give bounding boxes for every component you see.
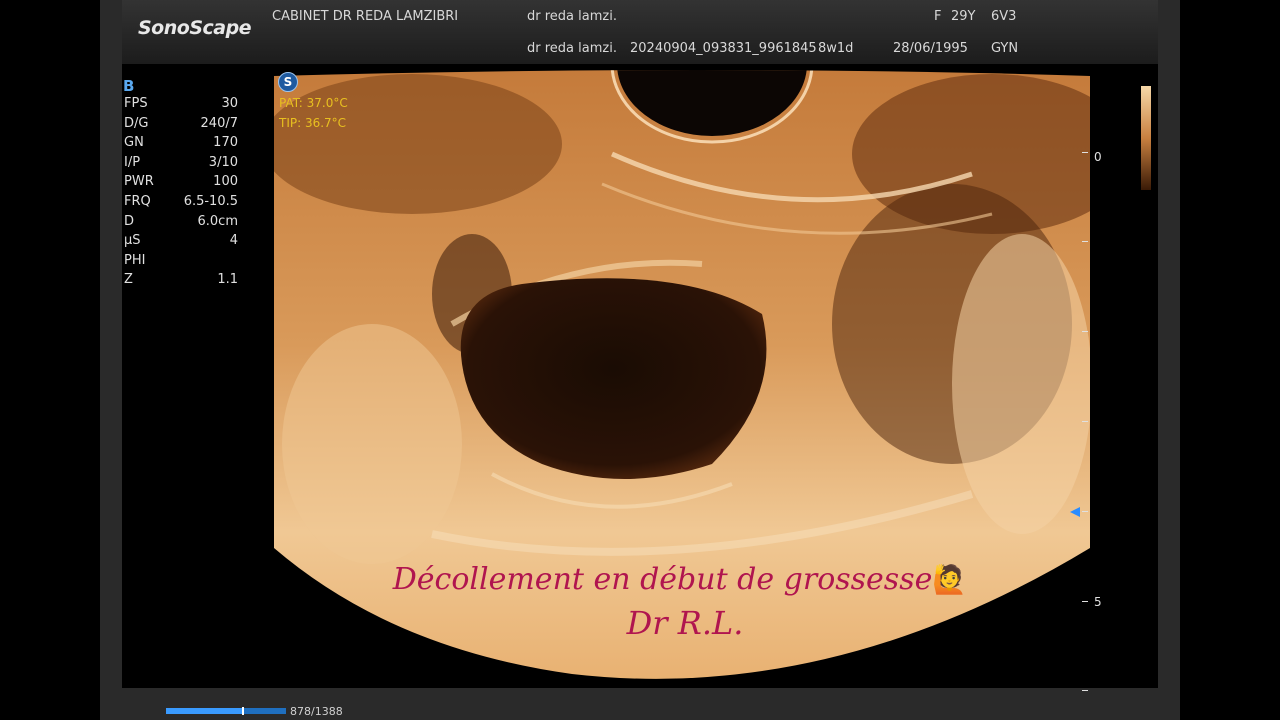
parameter-value: 100 bbox=[213, 174, 238, 190]
depth-tick bbox=[1082, 690, 1088, 691]
parameter-key: PHI bbox=[124, 252, 146, 268]
exam-preset: GYN bbox=[991, 41, 1019, 56]
caption-line-1: Décollement en début de grossesse🙋 bbox=[330, 562, 1030, 597]
depth-label-5: 5 bbox=[1094, 595, 1102, 609]
depth-tick bbox=[1082, 152, 1088, 153]
depth-tick bbox=[1082, 511, 1088, 512]
clinic-name: CABINET DR REDA LAMZIBRI bbox=[272, 9, 459, 24]
depth-label-0: 0 bbox=[1094, 150, 1102, 164]
depth-tick bbox=[1082, 601, 1088, 602]
parameter-key: I/P bbox=[124, 154, 141, 170]
exam-id: 20240904_093831_9961845 bbox=[630, 41, 817, 56]
parameter-value: 240/7 bbox=[200, 115, 238, 131]
depth-tick bbox=[1082, 331, 1088, 332]
caption-author: Dr R.L. bbox=[626, 604, 744, 642]
gray-map-bar bbox=[1141, 86, 1151, 190]
caption-text: Décollement en début de grossesse bbox=[392, 562, 933, 597]
probe-tip-temperature: TIP: 36.7°C bbox=[279, 116, 347, 130]
parameter-panel bbox=[122, 64, 272, 688]
patient-age: 29Y bbox=[951, 9, 976, 24]
parameter-key: D bbox=[124, 213, 135, 229]
parameter-value: 6.0cm bbox=[197, 213, 239, 229]
playback-progress-handle[interactable] bbox=[241, 707, 244, 715]
probe-name: 6V3 bbox=[991, 9, 1017, 24]
parameter-value: 30 bbox=[221, 96, 238, 111]
operator-name-2: dr reda lamzi. bbox=[527, 41, 617, 56]
patient-temperature: PAT: 37.0°C bbox=[279, 96, 348, 110]
depth-tick bbox=[1082, 241, 1088, 242]
parameter-key: FPS bbox=[124, 96, 148, 111]
focus-marker-icon bbox=[1070, 507, 1080, 517]
birth-date: 28/06/1995 bbox=[893, 41, 968, 56]
imaging-mode: B bbox=[123, 77, 135, 95]
parameter-key: µS bbox=[124, 233, 141, 249]
parameter-value: 3/10 bbox=[208, 154, 238, 170]
frame-counter: 878/1388 bbox=[290, 705, 343, 718]
raising-hand-emoji-icon: 🙋 bbox=[932, 563, 968, 596]
playback-progress-bar[interactable] bbox=[166, 707, 286, 715]
parameter-value: 4 bbox=[229, 233, 238, 249]
playback-progress-fill bbox=[166, 708, 242, 714]
depth-tick bbox=[1082, 421, 1088, 422]
sonoscape-logo: SonoScape bbox=[138, 17, 252, 39]
operator-name: dr reda lamzi. bbox=[527, 9, 617, 24]
patient-sex: F bbox=[934, 9, 942, 24]
parameter-key: FRQ bbox=[124, 194, 151, 209]
parameter-key: PWR bbox=[124, 174, 154, 190]
parameter-key: GN bbox=[124, 135, 144, 151]
parameter-key: D/G bbox=[124, 115, 149, 131]
parameter-value: 6.5-10.5 bbox=[183, 194, 238, 209]
parameter-key: Z bbox=[124, 272, 133, 288]
parameter-value: 1.1 bbox=[217, 272, 238, 288]
gestational-age: 8w1d bbox=[818, 41, 854, 56]
parameter-value: 170 bbox=[213, 135, 238, 151]
probe-orientation-marker-icon: S bbox=[278, 72, 298, 92]
